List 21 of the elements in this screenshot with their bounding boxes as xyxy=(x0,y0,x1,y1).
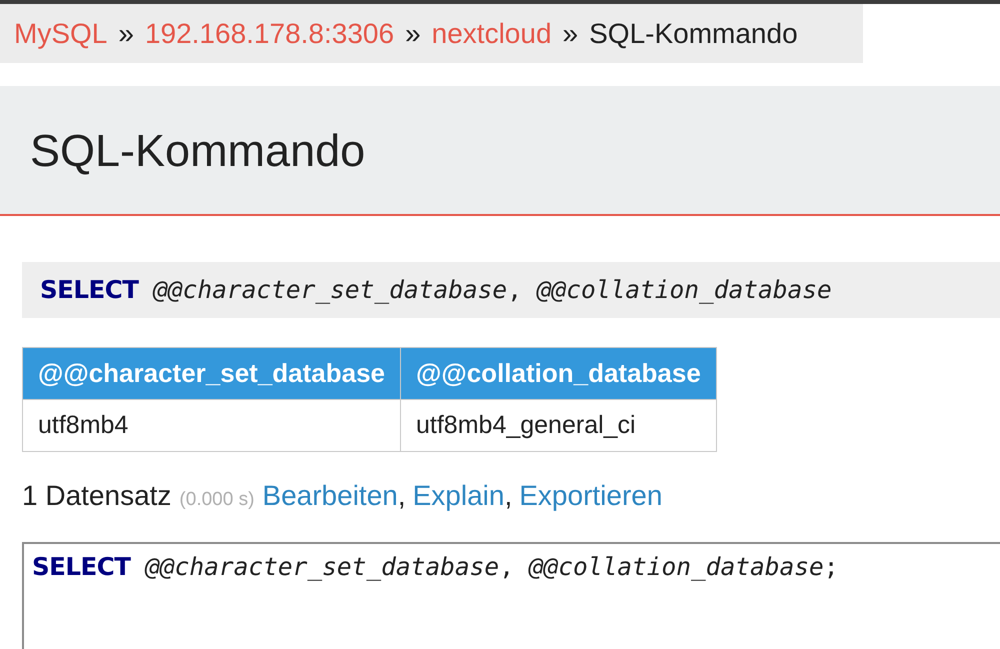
page-title: SQL-Kommando xyxy=(30,128,366,172)
action-link[interactable]: Exportieren xyxy=(519,475,662,517)
column-header: @@collation_database xyxy=(400,348,716,400)
link-separator: , xyxy=(398,479,406,513)
record-count: 1 Datensatz xyxy=(22,479,172,513)
sql-query-code: SELECT @@character_set_database, @@collation_database xyxy=(22,262,1000,318)
action-link[interactable]: Explain xyxy=(412,475,504,517)
breadcrumb-link[interactable]: nextcloud xyxy=(432,12,552,54)
link-separator: , xyxy=(504,479,512,513)
table-cell: utf8mb4 xyxy=(22,400,401,452)
breadcrumb-current: SQL-Kommando xyxy=(589,16,798,50)
breadcrumb-link[interactable]: 192.168.178.8:3306 xyxy=(144,12,394,54)
breadcrumb-separator: » xyxy=(118,16,134,50)
action-link[interactable]: Bearbeiten xyxy=(262,475,398,517)
table-cell: utf8mb4_general_ci xyxy=(400,400,716,452)
breadcrumb-separator: » xyxy=(405,16,421,50)
query-time: (0.000 s) xyxy=(179,488,254,512)
breadcrumb-link[interactable]: MySQL xyxy=(14,12,108,54)
sql-editor[interactable]: SELECT @@character_set_database, @@collation_database; xyxy=(22,542,1000,649)
column-header: @@character_set_database xyxy=(22,348,401,400)
breadcrumb-separator: » xyxy=(562,16,578,50)
